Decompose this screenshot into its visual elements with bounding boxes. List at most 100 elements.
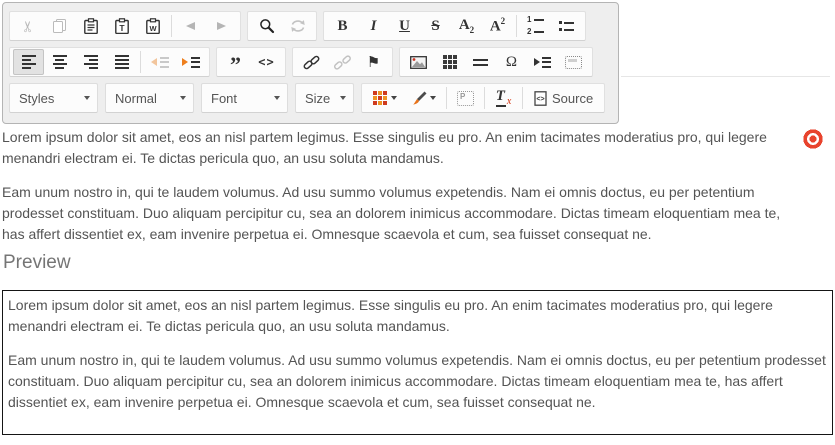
align-center-icon [53, 55, 67, 69]
underline-icon: U [399, 19, 410, 34]
justify-icon [115, 55, 129, 69]
code-icon: <> [258, 55, 274, 69]
special-character-button[interactable]: Ω [496, 49, 527, 75]
insert-group: Ω [399, 47, 593, 77]
strikethrough-icon: S [431, 19, 439, 34]
paste-plain-text-icon: T [115, 18, 129, 34]
editor-content-area[interactable]: Lorem ipsum dolor sit amet, eos an nisl … [2, 127, 798, 258]
show-blocks-icon: P [457, 91, 474, 106]
unlink-icon [334, 54, 351, 71]
chevron-down-icon [340, 96, 346, 100]
decrease-indent-button [144, 49, 175, 75]
source-button-label: Source [552, 91, 593, 106]
bulleted-list-icon [559, 21, 574, 31]
toolbar-row-1: ✂ T [9, 11, 612, 41]
font-dropdown[interactable]: Font [201, 83, 288, 113]
text-color-icon [373, 91, 387, 105]
editor-paragraph: Lorem ipsum dolor sit amet, eos an nisl … [2, 127, 798, 169]
page-break-button[interactable] [527, 49, 558, 75]
bulleted-list-button[interactable] [551, 13, 582, 39]
iframe-button[interactable] [558, 49, 589, 75]
preview-paragraph: Lorem ipsum dolor sit amet, eos an nisl … [8, 295, 827, 337]
chevron-down-icon [430, 96, 436, 100]
toolbar-separator [522, 87, 523, 109]
styles-dropdown-value: Styles [19, 91, 54, 106]
justify-button[interactable] [106, 49, 137, 75]
remove-format-button[interactable]: Tx [488, 85, 519, 111]
anchor-button[interactable]: ⚑ [358, 49, 389, 75]
increase-indent-button[interactable] [175, 49, 206, 75]
background-color-button[interactable] [404, 85, 443, 111]
chevron-down-icon [274, 96, 280, 100]
superscript-button[interactable]: A2 [482, 13, 513, 39]
toolbar-row-3: Styles Normal Font Size [9, 83, 612, 113]
italic-button[interactable]: I [358, 13, 389, 39]
image-icon [410, 56, 427, 69]
bold-button[interactable]: B [327, 13, 358, 39]
horizontal-rule-button[interactable] [465, 49, 496, 75]
table-button[interactable] [434, 49, 465, 75]
align-left-icon [22, 55, 36, 69]
increase-indent-icon [182, 57, 200, 68]
paste-from-word-icon: W [146, 18, 160, 34]
text-color-button[interactable] [365, 85, 404, 111]
cut-button: ✂ [13, 13, 44, 39]
underline-button[interactable]: U [389, 13, 420, 39]
paragraph-group [9, 47, 210, 77]
record-target-icon[interactable] [803, 129, 823, 149]
size-dropdown[interactable]: Size [295, 83, 354, 113]
link-button[interactable] [296, 49, 327, 75]
redo-icon [217, 22, 226, 30]
size-dropdown-value: Size [305, 91, 330, 106]
svg-text:T: T [119, 23, 125, 33]
align-left-button[interactable] [13, 49, 44, 75]
toolbar-separator [446, 87, 447, 109]
link-icon [303, 54, 320, 71]
redo-button [206, 13, 237, 39]
strikethrough-button[interactable]: S [420, 13, 451, 39]
font-dropdown-value: Font [211, 91, 237, 106]
replace-icon [290, 19, 306, 33]
paste-plain-text-button[interactable]: T [106, 13, 137, 39]
bold-icon: B [337, 19, 347, 34]
blocks-group: ” <> [216, 47, 286, 77]
paste-button[interactable] [75, 13, 106, 39]
source-button[interactable]: <> Source [526, 85, 601, 111]
colors-tools-group: P Tx <> Source [361, 83, 605, 113]
svg-text:W: W [149, 24, 157, 33]
image-button[interactable] [403, 49, 434, 75]
editor-paragraph: Eam unum nostro in, qui te laudem volumu… [2, 182, 798, 245]
blockquote-icon: ” [230, 59, 241, 71]
copy-icon [52, 18, 67, 34]
toolbar-separator [171, 15, 172, 37]
decrease-indent-icon [151, 57, 169, 68]
numbered-list-button[interactable]: 1 2 [520, 13, 551, 39]
align-right-button[interactable] [75, 49, 106, 75]
links-group: ⚑ [292, 47, 393, 77]
source-document-icon: <> [534, 91, 547, 106]
paste-from-word-button[interactable]: W [137, 13, 168, 39]
toolbar-separator [140, 51, 141, 73]
italic-icon: I [371, 19, 377, 34]
format-dropdown[interactable]: Normal [105, 83, 194, 113]
blockquote-button[interactable]: ” [220, 49, 251, 75]
subscript-button[interactable]: A2 [451, 13, 482, 39]
table-icon [443, 55, 457, 69]
code-snippet-button[interactable]: <> [251, 49, 282, 75]
styles-dropdown[interactable]: Styles [9, 83, 98, 113]
basic-styles-group: B I U S A2 A2 1 2 [323, 11, 586, 41]
page-break-icon [534, 57, 551, 68]
format-dropdown-value: Normal [115, 91, 157, 106]
align-center-button[interactable] [44, 49, 75, 75]
align-right-icon [84, 55, 98, 69]
replace-button [282, 13, 313, 39]
undo-icon [186, 22, 195, 30]
show-blocks-button[interactable]: P [450, 85, 481, 111]
unlink-button [327, 49, 358, 75]
horizontal-rule-icon [473, 59, 488, 66]
iframe-icon [565, 56, 582, 69]
chevron-down-icon [391, 96, 397, 100]
find-replace-group [247, 11, 317, 41]
numbered-list-icon: 1 2 [527, 16, 544, 36]
find-button[interactable] [251, 13, 282, 39]
